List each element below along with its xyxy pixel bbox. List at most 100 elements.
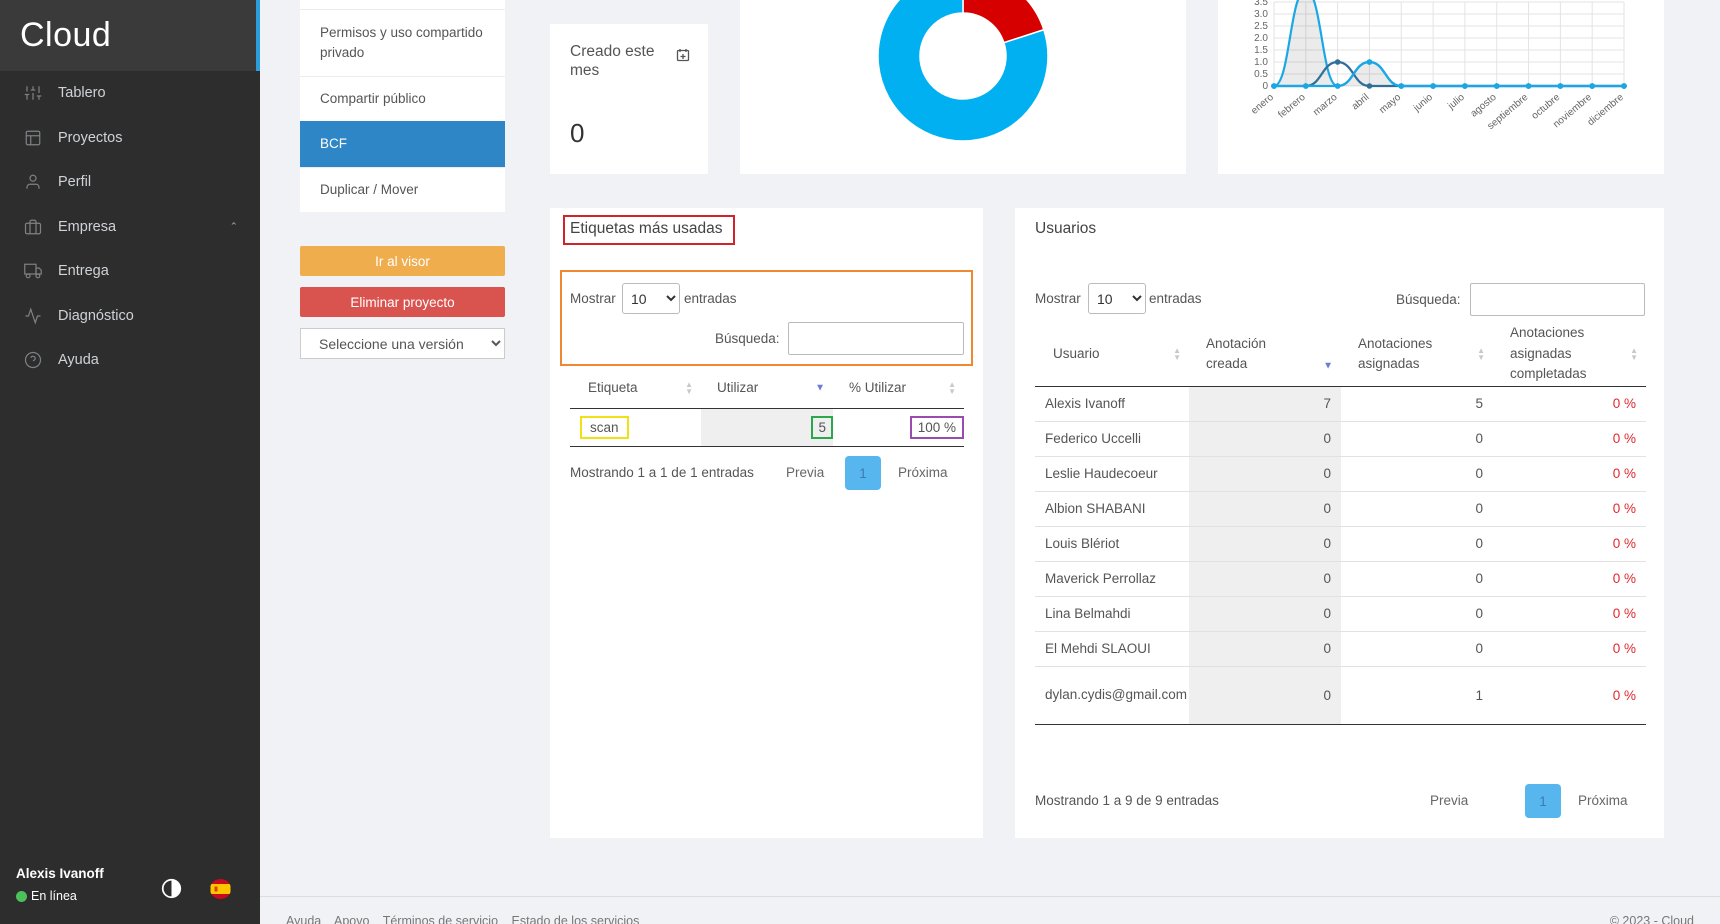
- x-tick-label: mayo: [1377, 92, 1403, 116]
- show-label: Mostrar: [1035, 291, 1081, 306]
- menu-item-duplicar-mover[interactable]: Duplicar / Mover: [300, 167, 505, 212]
- donut-chart-card: [740, 0, 1186, 174]
- tags-table: Etiqueta ▲ ▼ Utilizar ▼ % Utilizar ▲ ▼ scan 5…: [570, 368, 964, 447]
- x-tick-label: junio: [1411, 92, 1435, 115]
- y-tick-label: 1.0: [1254, 57, 1268, 68]
- table-row: Federico Uccelli 0 0 0 %: [1035, 421, 1646, 456]
- users-card: Usuarios Mostrar 10 entradas Búsqueda: U…: [1015, 208, 1664, 838]
- data-point: [1334, 59, 1341, 65]
- table-row: dylan.cydis@gmail.com 0 1 0 %: [1035, 666, 1646, 724]
- user-cell-created: 0: [1189, 596, 1341, 631]
- user-cell-name: Lina Belmahdi: [1045, 605, 1131, 621]
- data-point: [1398, 83, 1405, 89]
- brand-logo[interactable]: Cloud: [0, 0, 260, 71]
- chevron-up-icon: ⌃: [229, 221, 238, 233]
- sidebar-item-diagnostico[interactable]: Diagnóstico: [0, 294, 260, 339]
- column-label: Anotaciones asignadas completadas: [1510, 325, 1587, 381]
- brand-name: Cloud: [20, 16, 112, 54]
- users-next-button[interactable]: Próxima: [1578, 793, 1628, 808]
- table-row: Lina Belmahdi 0 0 0 %: [1035, 596, 1646, 631]
- status-label: En línea: [31, 889, 77, 903]
- sidebar-item-empresa[interactable]: Empresa ⌃: [0, 205, 260, 250]
- sidebar-item-perfil[interactable]: Perfil: [0, 160, 260, 205]
- spain-flag-icon[interactable]: [210, 879, 231, 899]
- tags-next-button[interactable]: Próxima: [898, 465, 948, 480]
- users-title: Usuarios: [1035, 220, 1097, 237]
- search-label: Búsqueda:: [1396, 292, 1461, 307]
- data-point: [1621, 83, 1627, 89]
- data-point: [1334, 83, 1341, 89]
- donut-chart: [877, 0, 1049, 142]
- col-etiqueta[interactable]: Etiqueta ▲ ▼: [570, 368, 701, 408]
- entries-label: entradas: [1149, 291, 1202, 306]
- line-chart-card: 0 0.5 1.0 1.5 2.0 2.5 3.0 3.5 enero febrero marzo a…: [1218, 0, 1664, 174]
- sidebar-item-tablero[interactable]: Tablero: [0, 71, 260, 116]
- tags-prev-button[interactable]: Previa: [786, 465, 824, 480]
- table-row: Louis Blériot 0 0 0 %: [1035, 526, 1646, 561]
- table-row: Albion SHABANI 0 0 0 %: [1035, 491, 1646, 526]
- open-viewer-button[interactable]: Ir al visor: [300, 246, 505, 276]
- user-cell-created: 0: [1189, 456, 1341, 491]
- users-page-size-select[interactable]: 10: [1088, 283, 1146, 314]
- user-cell-name: Alexis Ivanoff: [1045, 395, 1126, 411]
- sidebar-item-ayuda[interactable]: Ayuda: [0, 338, 260, 383]
- menu-item-compartir-publico[interactable]: Compartir público: [300, 76, 505, 121]
- sidebar-nav: Tablero Proyectos Perfil Empresa ⌃ Entre…: [0, 71, 260, 383]
- footer-link-terminos[interactable]: Términos de servicio: [383, 914, 498, 924]
- footer-link-apoyo[interactable]: Apoyo: [334, 914, 369, 924]
- user-cell-assigned: 0: [1475, 606, 1483, 621]
- delete-project-button[interactable]: Eliminar proyecto: [300, 287, 505, 317]
- user-cell-name: Federico Uccelli: [1045, 430, 1142, 446]
- sidebar-item-entrega[interactable]: Entrega: [0, 249, 260, 294]
- col-anotacion-creada[interactable]: Anotación creada ▼: [1189, 322, 1341, 386]
- sort-icon: ▲ ▼: [1630, 345, 1638, 362]
- tags-page-size-select[interactable]: 10: [622, 283, 680, 314]
- series-area: [1274, 0, 1624, 87]
- contrast-toggle-icon[interactable]: [161, 878, 182, 899]
- created-this-month-card: Creado este mes 0: [550, 24, 708, 174]
- user-cell-created: 0: [1189, 526, 1341, 561]
- footer-link-estado[interactable]: Estado de los servicios: [512, 914, 640, 924]
- briefcase-icon: [24, 219, 42, 235]
- col-usuario[interactable]: Usuario ▲ ▼: [1035, 322, 1189, 386]
- sidebar-item-proyectos[interactable]: Proyectos: [0, 116, 260, 161]
- table-row: Leslie Haudecoeur 0 0 0 %: [1035, 456, 1646, 491]
- use-cell: 5: [701, 408, 833, 446]
- entries-label: entradas: [684, 291, 737, 306]
- col-completadas[interactable]: Anotaciones asignadas completadas ▲ ▼: [1493, 322, 1646, 386]
- menu-item-bcf[interactable]: BCF: [300, 121, 505, 167]
- calendar-add-icon: [676, 49, 690, 62]
- col-utilizar[interactable]: Utilizar ▼: [701, 368, 833, 408]
- online-status-icon: [16, 890, 27, 902]
- sidebar-item-label: Proyectos: [58, 129, 123, 146]
- user-cell-name: Albion SHABANI: [1045, 500, 1146, 516]
- version-select[interactable]: Seleccione una versión: [300, 328, 505, 359]
- menu-item-permisos[interactable]: Permisos y uso compartido privado: [300, 9, 505, 76]
- col-percent[interactable]: % Utilizar ▲ ▼: [833, 368, 964, 408]
- col-anotaciones-asignadas[interactable]: Anotaciones asignadas ▲ ▼: [1341, 322, 1493, 386]
- data-point: [1366, 59, 1373, 65]
- tags-page-1-button[interactable]: 1: [845, 456, 881, 490]
- footer-link-ayuda[interactable]: Ayuda: [286, 914, 321, 924]
- user-cell-created: 0: [1189, 561, 1341, 596]
- user-cell-done: 0 %: [1612, 606, 1636, 621]
- user-cell-done: 0 %: [1612, 396, 1636, 411]
- column-label: Etiqueta: [588, 380, 638, 396]
- user-cell-done: 0 %: [1612, 466, 1636, 481]
- tags-search-input[interactable]: [788, 322, 964, 355]
- users-prev-button[interactable]: Previa: [1430, 793, 1468, 808]
- menu-item-label: Compartir público: [320, 90, 426, 106]
- y-tick-label: 1.5: [1254, 45, 1268, 56]
- column-label: Anotaciones asignadas: [1358, 335, 1433, 371]
- y-tick-label: 2.5: [1254, 21, 1268, 32]
- users-page-1-button[interactable]: 1: [1525, 784, 1561, 818]
- user-cell-assigned: 0: [1475, 571, 1483, 586]
- sort-icon: ▲ ▼: [1173, 345, 1181, 362]
- user-cell-created: 0: [1189, 666, 1341, 724]
- x-tick-label: febrero: [1276, 92, 1308, 121]
- user-cell-name: Louis Blériot: [1045, 535, 1120, 551]
- user-cell-assigned: 1: [1475, 687, 1483, 703]
- users-search-input[interactable]: [1470, 283, 1645, 316]
- sliders-icon: [24, 86, 42, 100]
- user-cell-done: 0 %: [1612, 687, 1636, 703]
